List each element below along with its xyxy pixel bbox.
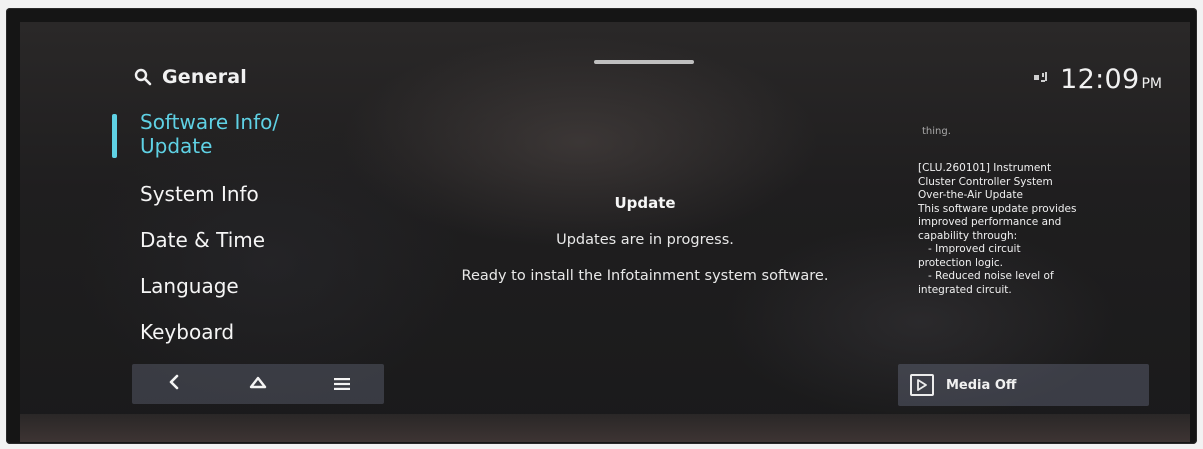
home-icon bbox=[249, 375, 267, 394]
menu-item-date-time[interactable]: Date & Time bbox=[112, 228, 372, 274]
settings-menu: Software Info/ Update System Info Date &… bbox=[112, 110, 372, 366]
release-notes-line: capability through: bbox=[918, 229, 1018, 242]
menu-item-label: System Info bbox=[140, 182, 259, 206]
update-title: Update bbox=[614, 194, 676, 212]
menu-item-label: Keyboard bbox=[140, 320, 235, 344]
release-notes-line: This software update provides bbox=[918, 202, 1077, 215]
clock-time: 12:09 bbox=[1060, 64, 1140, 95]
drag-handle[interactable] bbox=[594, 60, 694, 64]
clock: 12:09 PM bbox=[1060, 64, 1162, 95]
header-search[interactable]: General bbox=[134, 66, 247, 88]
release-notes-line: - Reduced noise level of bbox=[918, 270, 1054, 282]
chevron-left-icon bbox=[168, 374, 180, 394]
menu-item-keyboard[interactable]: Keyboard bbox=[112, 320, 372, 366]
media-label: Media Off bbox=[946, 377, 1017, 393]
menu-item-system-info[interactable]: System Info bbox=[112, 182, 372, 228]
hamburger-menu-icon bbox=[334, 375, 350, 394]
update-message: Ready to install the Infotainment system… bbox=[461, 268, 829, 284]
menu-item-label: Date & Time bbox=[140, 228, 266, 252]
release-notes-line: protection logic. bbox=[918, 256, 1004, 269]
release-notes-line: integrated circuit. bbox=[918, 283, 1012, 296]
display-bezel: General 12:09 PM Software Info/ Update S… bbox=[6, 8, 1197, 444]
status-area: 12:09 PM bbox=[1034, 64, 1162, 95]
active-indicator bbox=[112, 114, 117, 158]
menu-item-language[interactable]: Language bbox=[112, 274, 372, 320]
update-status: Updates are in progress. bbox=[556, 232, 734, 248]
search-icon[interactable] bbox=[134, 68, 152, 86]
media-off-button[interactable]: Media Off bbox=[898, 364, 1149, 406]
signal-icon bbox=[1034, 72, 1050, 88]
page-title: General bbox=[162, 66, 247, 88]
play-icon bbox=[910, 374, 934, 396]
release-notes-fragment: thing. bbox=[922, 126, 951, 137]
screen-bottom-edge bbox=[20, 414, 1190, 442]
release-notes[interactable]: [CLU.260101] Instrument Cluster Controll… bbox=[918, 162, 1136, 297]
release-notes-line: [CLU.260101] Instrument bbox=[918, 162, 1052, 174]
release-notes-line: Cluster Controller System bbox=[918, 175, 1053, 188]
bottom-nav-bar bbox=[132, 364, 384, 404]
clock-ampm: PM bbox=[1141, 76, 1162, 92]
release-notes-line: - Improved circuit bbox=[918, 243, 1021, 255]
menu-item-label: Language bbox=[140, 274, 239, 298]
menu-item-label: Software Info/ Update bbox=[140, 110, 280, 158]
update-panel: Update Updates are in progress. Ready to… bbox=[415, 194, 875, 304]
back-button[interactable] bbox=[149, 366, 199, 402]
release-notes-line: Over-the-Air Update bbox=[918, 189, 1023, 201]
release-notes-line: improved performance and bbox=[918, 216, 1062, 228]
infotainment-screen: General 12:09 PM Software Info/ Update S… bbox=[20, 22, 1190, 442]
home-button[interactable] bbox=[233, 366, 283, 402]
menu-button[interactable] bbox=[317, 366, 367, 402]
menu-item-software-info-update[interactable]: Software Info/ Update bbox=[112, 110, 372, 182]
